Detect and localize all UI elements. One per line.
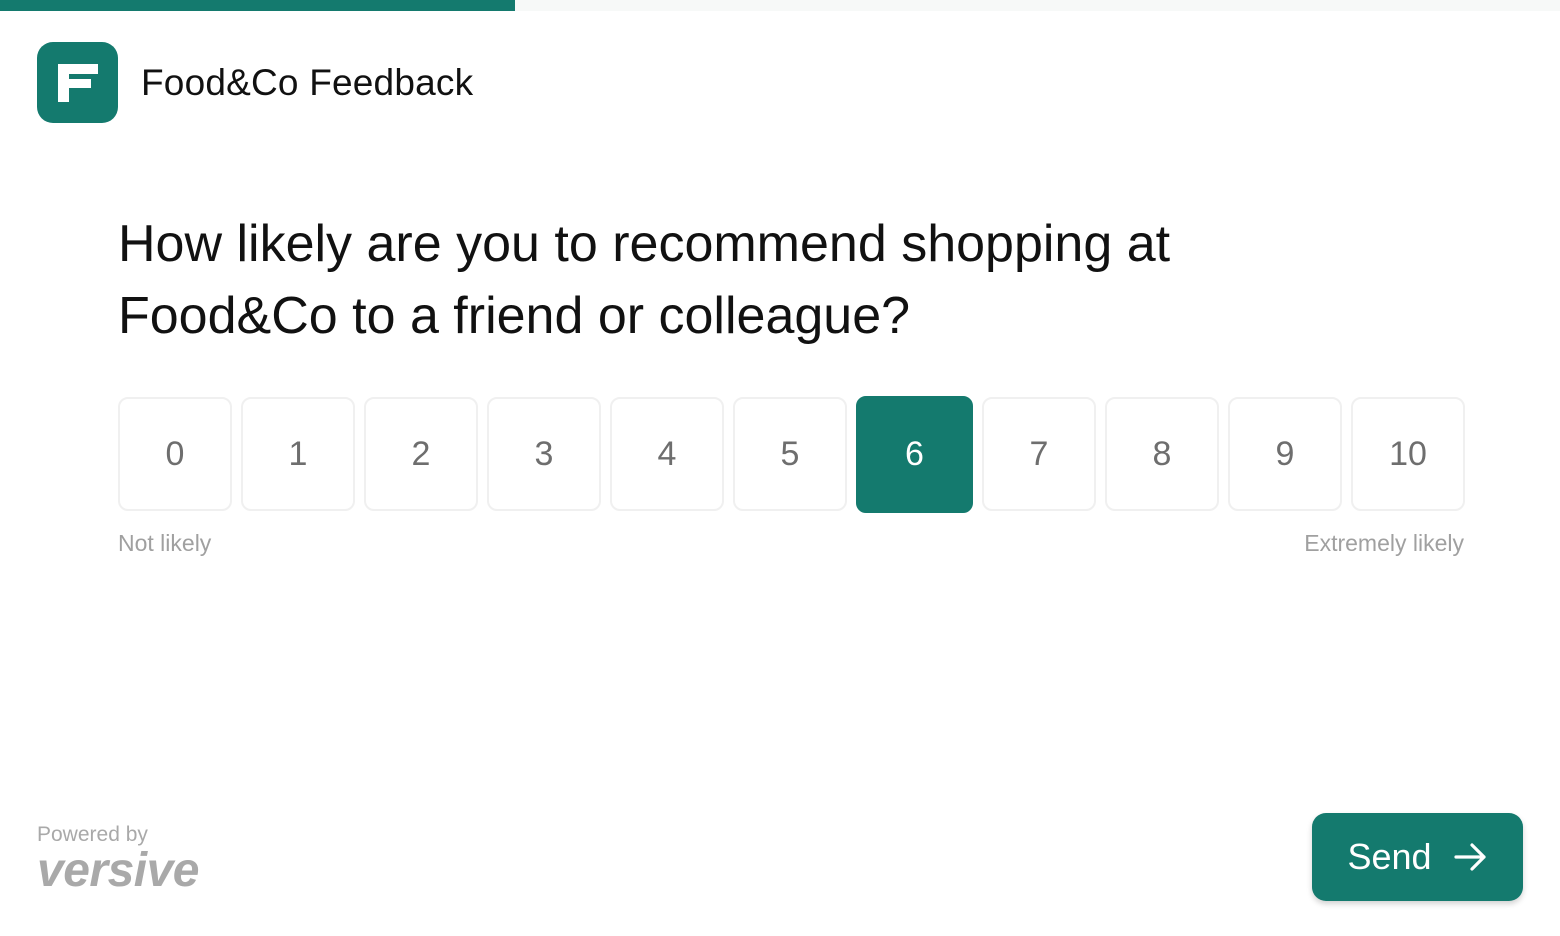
- scale-option-4[interactable]: 4: [610, 397, 724, 511]
- f-letter-logo-icon: [37, 42, 118, 123]
- scale-high-label: Extremely likely: [1304, 530, 1464, 556]
- scale-option-1[interactable]: 1: [241, 397, 355, 511]
- scale-low-label: Not likely: [118, 530, 212, 556]
- arrow-right-icon: [1453, 842, 1488, 872]
- header-brand: Food&Co Feedback: [37, 42, 473, 123]
- powered-by: Powered by versive: [37, 823, 200, 898]
- scale-option-3[interactable]: 3: [487, 397, 601, 511]
- scale-option-6[interactable]: 6: [856, 396, 973, 513]
- progress-bar-fill: [0, 0, 515, 11]
- send-button[interactable]: Send: [1312, 813, 1523, 901]
- progress-bar: [0, 0, 1560, 11]
- brand-title: Food&Co Feedback: [141, 61, 474, 103]
- scale-option-5[interactable]: 5: [733, 397, 847, 511]
- scale-option-0[interactable]: 0: [118, 397, 232, 511]
- scale-option-8[interactable]: 8: [1105, 397, 1219, 511]
- scale-option-7[interactable]: 7: [982, 397, 1096, 511]
- scale-option-2[interactable]: 2: [364, 397, 478, 511]
- nps-scale: 0 1 2 3 4 5 6 7 8 9 10: [118, 396, 1465, 513]
- question-title: How likely are you to recommend shopping…: [118, 215, 1171, 345]
- scale-option-10[interactable]: 10: [1351, 397, 1465, 511]
- versive-logo: versive: [37, 844, 200, 897]
- send-button-label: Send: [1347, 836, 1432, 877]
- scale-option-9[interactable]: 9: [1228, 397, 1342, 511]
